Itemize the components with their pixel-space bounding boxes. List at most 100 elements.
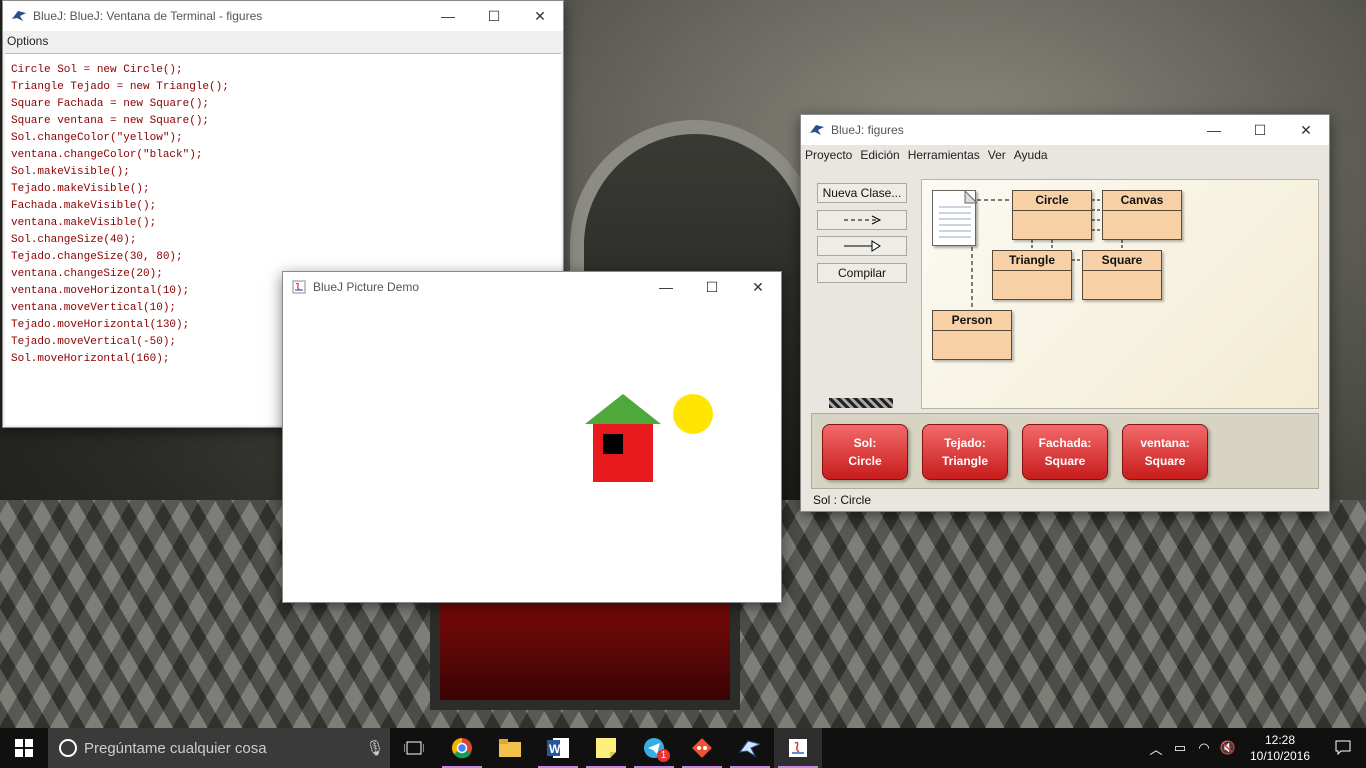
search-box[interactable]: Pregúntame cualquier cosa 🎙 xyxy=(48,728,390,768)
roof-triangle xyxy=(585,394,661,424)
file-explorer-icon[interactable] xyxy=(486,728,534,768)
menu-ayuda[interactable]: Ayuda xyxy=(1010,148,1052,162)
bluej-menubar: Proyecto Edición Herramientas Ver Ayuda xyxy=(801,145,1329,165)
maximize-button[interactable]: ☐ xyxy=(1237,115,1283,145)
new-class-button[interactable]: Nueva Clase... xyxy=(817,183,907,203)
maximize-button[interactable]: ☐ xyxy=(471,1,517,31)
terminal-line: Square ventana = new Square(); xyxy=(11,115,210,127)
taskbar: Pregúntame cualquier cosa 🎙 W 1 ︿ ▭ ◠ 🔇 … xyxy=(0,728,1366,768)
terminal-line: Sol.changeColor("yellow"); xyxy=(11,132,183,144)
terminal-line: Tejado.changeSize(30, 80); xyxy=(11,251,183,263)
machine-status-indicator xyxy=(829,398,893,408)
telegram-icon[interactable]: 1 xyxy=(630,728,678,768)
object-type: Square xyxy=(1044,454,1086,468)
minimize-button[interactable]: — xyxy=(1191,115,1237,145)
object-ventana[interactable]: ventana: Square xyxy=(1122,424,1208,480)
object-sol[interactable]: Sol: Circle xyxy=(822,424,908,480)
uses-arrow-button[interactable] xyxy=(817,210,907,230)
svg-text:W: W xyxy=(549,742,561,756)
terminal-line: Fachada.makeVisible(); xyxy=(11,200,157,212)
object-tejado[interactable]: Tejado: Triangle xyxy=(922,424,1008,480)
bluej-icon[interactable] xyxy=(726,728,774,768)
object-name: Fachada: xyxy=(1038,436,1092,450)
sticky-notes-icon[interactable] xyxy=(582,728,630,768)
microphone-icon[interactable]: 🎙 xyxy=(360,739,390,757)
chrome-icon[interactable] xyxy=(438,728,486,768)
window-square xyxy=(603,434,623,454)
close-button[interactable]: ✕ xyxy=(517,1,563,31)
sun-circle xyxy=(673,394,713,434)
terminal-line: Sol.makeVisible(); xyxy=(11,166,130,178)
object-name: ventana: xyxy=(1140,436,1190,450)
wallpaper-coffin xyxy=(430,600,740,710)
dashed-arrow-icon xyxy=(844,215,882,225)
object-name: Tejado: xyxy=(944,436,986,450)
terminal-line: ventana.changeColor("black"); xyxy=(11,149,203,161)
bluej-bird-icon xyxy=(11,8,27,24)
cortana-icon xyxy=(59,739,77,757)
wifi-icon[interactable]: ◠ xyxy=(1192,740,1216,756)
action-center-icon[interactable] xyxy=(1320,739,1366,758)
minimize-button[interactable]: — xyxy=(425,1,471,31)
class-diagram[interactable]: Circle Canvas Triangle Square Person xyxy=(921,179,1319,409)
terminal-title: BlueJ: BlueJ: Ventana de Terminal - figu… xyxy=(33,9,263,23)
minimize-button[interactable]: — xyxy=(643,272,689,302)
inheritance-arrow-button[interactable] xyxy=(817,236,907,256)
readme-document-icon[interactable] xyxy=(932,189,979,246)
class-name: Triangle xyxy=(993,251,1071,271)
object-bench: Sol: Circle Tejado: Triangle Fachada: Sq… xyxy=(811,413,1319,489)
task-view-icon[interactable] xyxy=(390,728,438,768)
terminal-line: Circle Sol = new Circle(); xyxy=(11,64,183,76)
java-icon xyxy=(291,279,307,295)
word-icon[interactable]: W xyxy=(534,728,582,768)
terminal-line: Sol.changeSize(40); xyxy=(11,234,137,246)
volume-mute-icon[interactable]: 🔇 xyxy=(1216,740,1240,756)
menu-options[interactable]: Options xyxy=(3,34,52,48)
class-name: Circle xyxy=(1013,191,1091,211)
bluej-titlebar[interactable]: BlueJ: figures — ☐ ✕ xyxy=(801,115,1329,145)
bluej-project-window: BlueJ: figures — ☐ ✕ Proyecto Edición He… xyxy=(800,114,1330,512)
notification-badge: 1 xyxy=(657,749,670,762)
bluej-title: BlueJ: figures xyxy=(831,123,904,137)
java-icon[interactable] xyxy=(774,728,822,768)
demo-title: BlueJ Picture Demo xyxy=(313,280,420,294)
object-type: Square xyxy=(1144,454,1186,468)
class-triangle[interactable]: Triangle xyxy=(992,250,1072,300)
bluej-bird-icon xyxy=(809,122,825,138)
maximize-button[interactable]: ☐ xyxy=(689,272,735,302)
class-circle[interactable]: Circle xyxy=(1012,190,1092,240)
start-button[interactable] xyxy=(0,728,48,768)
compile-button[interactable]: Compilar xyxy=(817,263,907,283)
demo-titlebar[interactable]: BlueJ Picture Demo — ☐ ✕ xyxy=(283,272,781,302)
class-canvas[interactable]: Canvas xyxy=(1102,190,1182,240)
git-icon[interactable] xyxy=(678,728,726,768)
class-name: Square xyxy=(1083,251,1161,271)
picture-demo-window: BlueJ Picture Demo — ☐ ✕ xyxy=(282,271,782,603)
search-placeholder: Pregúntame cualquier cosa xyxy=(84,739,267,757)
class-name: Person xyxy=(933,311,1011,331)
terminal-line: ventana.makeVisible(); xyxy=(11,217,157,229)
class-person[interactable]: Person xyxy=(932,310,1012,360)
close-button[interactable]: ✕ xyxy=(735,272,781,302)
terminal-line: Tejado.makeVisible(); xyxy=(11,183,150,195)
object-type: Triangle xyxy=(941,454,988,468)
menu-herramientas[interactable]: Herramientas xyxy=(904,148,984,162)
close-button[interactable]: ✕ xyxy=(1283,115,1329,145)
menu-edicion[interactable]: Edición xyxy=(856,148,903,162)
object-type: Circle xyxy=(848,454,882,468)
system-tray: ︿ ▭ ◠ 🔇 12:28 10/10/2016 xyxy=(1144,728,1366,768)
clock-time: 12:28 xyxy=(1264,733,1296,747)
menu-proyecto[interactable]: Proyecto xyxy=(801,148,856,162)
menu-ver[interactable]: Ver xyxy=(984,148,1010,162)
windows-logo-icon xyxy=(15,739,33,757)
clock[interactable]: 12:28 10/10/2016 xyxy=(1240,732,1320,764)
class-square[interactable]: Square xyxy=(1082,250,1162,300)
terminal-line: Triangle Tejado = new Triangle(); xyxy=(11,81,229,93)
clock-date: 10/10/2016 xyxy=(1249,749,1311,763)
object-fachada[interactable]: Fachada: Square xyxy=(1022,424,1108,480)
chevron-up-icon[interactable]: ︿ xyxy=(1144,739,1168,758)
terminal-menubar: Options xyxy=(3,31,563,51)
terminal-titlebar[interactable]: BlueJ: BlueJ: Ventana de Terminal - figu… xyxy=(3,1,563,31)
inheritance-arrow-icon xyxy=(844,240,881,252)
battery-icon[interactable]: ▭ xyxy=(1168,740,1192,756)
